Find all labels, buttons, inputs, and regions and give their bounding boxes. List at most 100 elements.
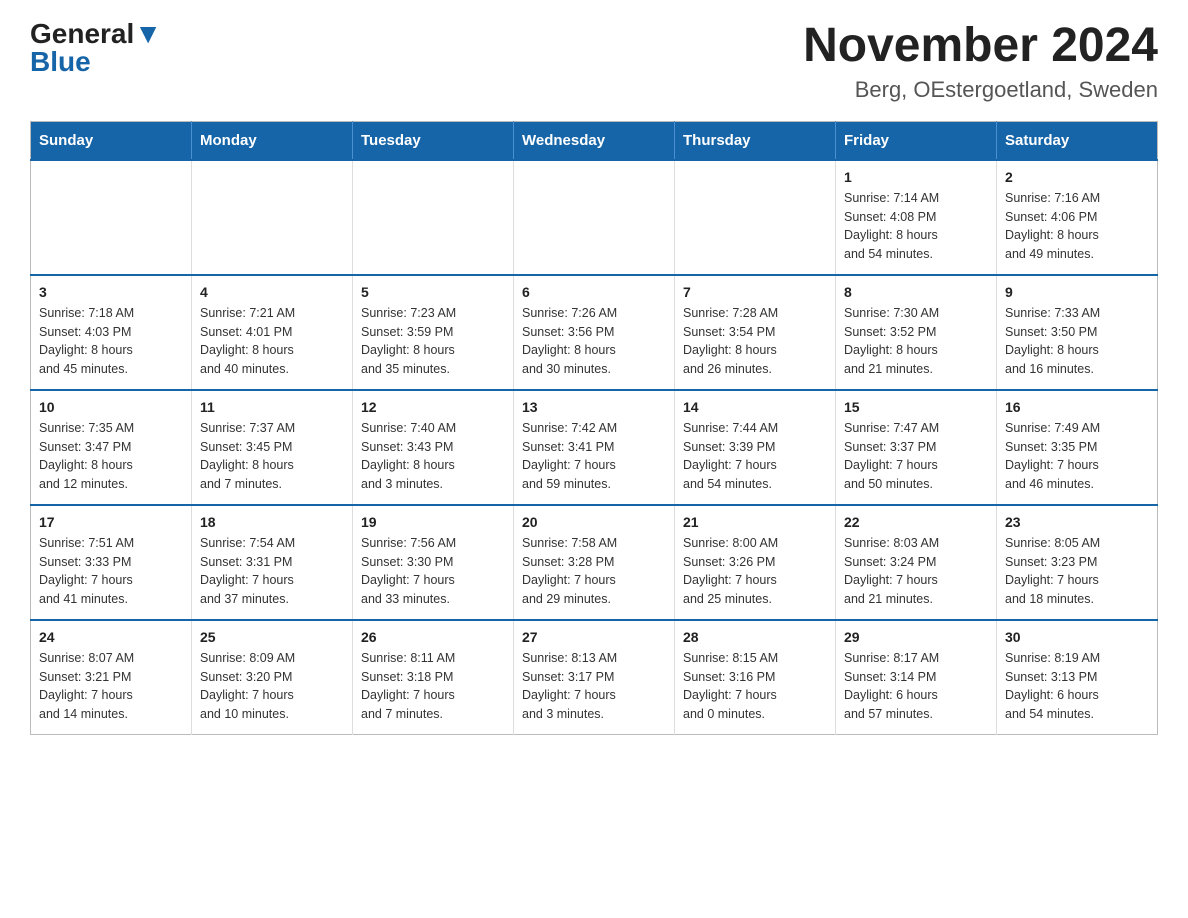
calendar-title: November 2024 bbox=[803, 20, 1158, 73]
day-number: 26 bbox=[361, 629, 505, 645]
day-info: Sunrise: 7:49 AMSunset: 3:35 PMDaylight:… bbox=[1005, 419, 1149, 494]
logo: General▼ Blue bbox=[30, 20, 162, 76]
calendar-cell: 18 Sunrise: 7:54 AMSunset: 3:31 PMDayligh… bbox=[192, 505, 353, 620]
day-of-week-monday: Monday bbox=[192, 121, 353, 160]
day-of-week-friday: Friday bbox=[836, 121, 997, 160]
day-number: 3 bbox=[39, 284, 183, 300]
day-info: Sunrise: 7:28 AMSunset: 3:54 PMDaylight:… bbox=[683, 304, 827, 379]
day-info: Sunrise: 7:14 AMSunset: 4:08 PMDaylight:… bbox=[844, 189, 988, 264]
calendar-cell: 6 Sunrise: 7:26 AMSunset: 3:56 PMDaylight… bbox=[514, 275, 675, 390]
calendar-cell: 4 Sunrise: 7:21 AMSunset: 4:01 PMDaylight… bbox=[192, 275, 353, 390]
day-number: 14 bbox=[683, 399, 827, 415]
week-row-1: 1 Sunrise: 7:14 AMSunset: 4:08 PMDaylight… bbox=[31, 160, 1158, 275]
calendar-cell: 1 Sunrise: 7:14 AMSunset: 4:08 PMDaylight… bbox=[836, 160, 997, 275]
day-info: Sunrise: 7:35 AMSunset: 3:47 PMDaylight:… bbox=[39, 419, 183, 494]
day-info: Sunrise: 7:26 AMSunset: 3:56 PMDaylight:… bbox=[522, 304, 666, 379]
day-of-week-tuesday: Tuesday bbox=[353, 121, 514, 160]
day-of-week-thursday: Thursday bbox=[675, 121, 836, 160]
calendar-table: SundayMondayTuesdayWednesdayThursdayFrid… bbox=[30, 121, 1158, 735]
day-info: Sunrise: 7:58 AMSunset: 3:28 PMDaylight:… bbox=[522, 534, 666, 609]
calendar-cell: 26 Sunrise: 8:11 AMSunset: 3:18 PMDayligh… bbox=[353, 620, 514, 735]
day-info: Sunrise: 7:37 AMSunset: 3:45 PMDaylight:… bbox=[200, 419, 344, 494]
week-row-3: 10 Sunrise: 7:35 AMSunset: 3:47 PMDayligh… bbox=[31, 390, 1158, 505]
day-number: 5 bbox=[361, 284, 505, 300]
week-row-2: 3 Sunrise: 7:18 AMSunset: 4:03 PMDaylight… bbox=[31, 275, 1158, 390]
day-info: Sunrise: 7:54 AMSunset: 3:31 PMDaylight:… bbox=[200, 534, 344, 609]
calendar-header: SundayMondayTuesdayWednesdayThursdayFrid… bbox=[31, 121, 1158, 160]
calendar-cell bbox=[192, 160, 353, 275]
day-number: 24 bbox=[39, 629, 183, 645]
days-of-week-row: SundayMondayTuesdayWednesdayThursdayFrid… bbox=[31, 121, 1158, 160]
day-number: 28 bbox=[683, 629, 827, 645]
day-number: 19 bbox=[361, 514, 505, 530]
day-info: Sunrise: 7:30 AMSunset: 3:52 PMDaylight:… bbox=[844, 304, 988, 379]
day-info: Sunrise: 7:16 AMSunset: 4:06 PMDaylight:… bbox=[1005, 189, 1149, 264]
day-info: Sunrise: 7:51 AMSunset: 3:33 PMDaylight:… bbox=[39, 534, 183, 609]
calendar-cell bbox=[353, 160, 514, 275]
day-info: Sunrise: 7:21 AMSunset: 4:01 PMDaylight:… bbox=[200, 304, 344, 379]
day-info: Sunrise: 8:03 AMSunset: 3:24 PMDaylight:… bbox=[844, 534, 988, 609]
calendar-cell: 27 Sunrise: 8:13 AMSunset: 3:17 PMDayligh… bbox=[514, 620, 675, 735]
day-info: Sunrise: 8:15 AMSunset: 3:16 PMDaylight:… bbox=[683, 649, 827, 724]
day-number: 20 bbox=[522, 514, 666, 530]
page-header: General▼ Blue November 2024 Berg, OEster… bbox=[30, 20, 1158, 103]
calendar-cell: 19 Sunrise: 7:56 AMSunset: 3:30 PMDayligh… bbox=[353, 505, 514, 620]
day-info: Sunrise: 8:19 AMSunset: 3:13 PMDaylight:… bbox=[1005, 649, 1149, 724]
logo-triangle-icon: ▼ bbox=[134, 18, 162, 49]
logo-general: General▼ bbox=[30, 20, 162, 48]
day-number: 15 bbox=[844, 399, 988, 415]
calendar-cell: 21 Sunrise: 8:00 AMSunset: 3:26 PMDayligh… bbox=[675, 505, 836, 620]
day-number: 29 bbox=[844, 629, 988, 645]
day-number: 13 bbox=[522, 399, 666, 415]
day-number: 7 bbox=[683, 284, 827, 300]
day-info: Sunrise: 8:13 AMSunset: 3:17 PMDaylight:… bbox=[522, 649, 666, 724]
day-of-week-saturday: Saturday bbox=[997, 121, 1158, 160]
day-number: 18 bbox=[200, 514, 344, 530]
calendar-cell bbox=[675, 160, 836, 275]
day-info: Sunrise: 8:17 AMSunset: 3:14 PMDaylight:… bbox=[844, 649, 988, 724]
calendar-cell: 10 Sunrise: 7:35 AMSunset: 3:47 PMDayligh… bbox=[31, 390, 192, 505]
calendar-cell: 28 Sunrise: 8:15 AMSunset: 3:16 PMDayligh… bbox=[675, 620, 836, 735]
day-number: 11 bbox=[200, 399, 344, 415]
day-info: Sunrise: 8:09 AMSunset: 3:20 PMDaylight:… bbox=[200, 649, 344, 724]
logo-blue: Blue bbox=[30, 48, 91, 76]
day-info: Sunrise: 7:47 AMSunset: 3:37 PMDaylight:… bbox=[844, 419, 988, 494]
day-info: Sunrise: 8:11 AMSunset: 3:18 PMDaylight:… bbox=[361, 649, 505, 724]
day-info: Sunrise: 7:56 AMSunset: 3:30 PMDaylight:… bbox=[361, 534, 505, 609]
day-info: Sunrise: 8:05 AMSunset: 3:23 PMDaylight:… bbox=[1005, 534, 1149, 609]
title-section: November 2024 Berg, OEstergoetland, Swed… bbox=[803, 20, 1158, 103]
day-number: 9 bbox=[1005, 284, 1149, 300]
day-number: 2 bbox=[1005, 169, 1149, 185]
day-number: 21 bbox=[683, 514, 827, 530]
day-info: Sunrise: 7:33 AMSunset: 3:50 PMDaylight:… bbox=[1005, 304, 1149, 379]
day-of-week-sunday: Sunday bbox=[31, 121, 192, 160]
calendar-cell: 13Sunrise: 7:42 AMSunset: 3:41 PMDayligh… bbox=[514, 390, 675, 505]
calendar-cell: 12Sunrise: 7:40 AMSunset: 3:43 PMDayligh… bbox=[353, 390, 514, 505]
day-number: 4 bbox=[200, 284, 344, 300]
calendar-cell: 17 Sunrise: 7:51 AMSunset: 3:33 PMDayligh… bbox=[31, 505, 192, 620]
day-number: 10 bbox=[39, 399, 183, 415]
day-info: Sunrise: 7:18 AMSunset: 4:03 PMDaylight:… bbox=[39, 304, 183, 379]
calendar-cell bbox=[514, 160, 675, 275]
day-number: 8 bbox=[844, 284, 988, 300]
calendar-cell: 29 Sunrise: 8:17 AMSunset: 3:14 PMDayligh… bbox=[836, 620, 997, 735]
calendar-cell: 5Sunrise: 7:23 AMSunset: 3:59 PMDaylight… bbox=[353, 275, 514, 390]
calendar-cell: 3 Sunrise: 7:18 AMSunset: 4:03 PMDaylight… bbox=[31, 275, 192, 390]
day-info: Sunrise: 8:07 AMSunset: 3:21 PMDaylight:… bbox=[39, 649, 183, 724]
calendar-cell: 8 Sunrise: 7:30 AMSunset: 3:52 PMDaylight… bbox=[836, 275, 997, 390]
day-number: 23 bbox=[1005, 514, 1149, 530]
calendar-cell: 2 Sunrise: 7:16 AMSunset: 4:06 PMDaylight… bbox=[997, 160, 1158, 275]
calendar-cell: 25Sunrise: 8:09 AMSunset: 3:20 PMDayligh… bbox=[192, 620, 353, 735]
calendar-cell: 16Sunrise: 7:49 AMSunset: 3:35 PMDayligh… bbox=[997, 390, 1158, 505]
calendar-cell bbox=[31, 160, 192, 275]
day-info: Sunrise: 8:00 AMSunset: 3:26 PMDaylight:… bbox=[683, 534, 827, 609]
day-number: 17 bbox=[39, 514, 183, 530]
calendar-cell: 14Sunrise: 7:44 AMSunset: 3:39 PMDayligh… bbox=[675, 390, 836, 505]
day-number: 1 bbox=[844, 169, 988, 185]
calendar-cell: 30Sunrise: 8:19 AMSunset: 3:13 PMDayligh… bbox=[997, 620, 1158, 735]
day-number: 6 bbox=[522, 284, 666, 300]
calendar-cell: 24 Sunrise: 8:07 AMSunset: 3:21 PMDayligh… bbox=[31, 620, 192, 735]
day-number: 27 bbox=[522, 629, 666, 645]
calendar-subtitle: Berg, OEstergoetland, Sweden bbox=[803, 77, 1158, 103]
week-row-4: 17 Sunrise: 7:51 AMSunset: 3:33 PMDayligh… bbox=[31, 505, 1158, 620]
